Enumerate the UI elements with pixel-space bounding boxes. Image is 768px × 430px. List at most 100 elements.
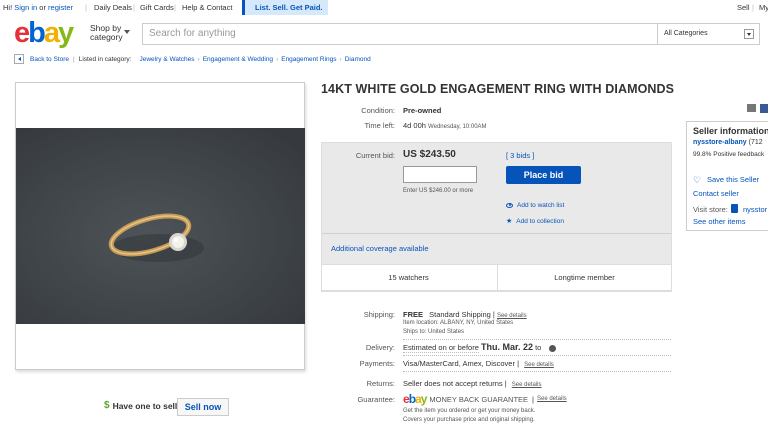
delivery-date: Thu. Mar. 22 xyxy=(480,342,533,352)
returns-label: Returns: xyxy=(366,379,395,388)
add-to-collection-link[interactable]: ★ Add to collection xyxy=(506,217,564,225)
register-link[interactable]: register xyxy=(48,3,73,12)
logo-letter-e: e xyxy=(14,17,30,49)
time-left-label: Time left: xyxy=(364,121,395,130)
my-ebay-link[interactable]: My xyxy=(759,3,768,12)
see-other-items-link[interactable]: See other items xyxy=(693,217,746,226)
info-icon[interactable] xyxy=(549,344,557,352)
sign-in-link[interactable]: Sign in xyxy=(14,3,37,12)
breadcrumb-item[interactable]: Engagement & Wedding xyxy=(203,56,273,63)
chevron-right-icon: › xyxy=(276,55,279,63)
logo-letter-y: y xyxy=(58,17,74,49)
contact-seller-text[interactable]: Contact seller xyxy=(693,189,739,198)
gift-cards-link[interactable]: Gift Cards xyxy=(140,3,174,12)
see-other-items-text[interactable]: See other items xyxy=(693,217,746,226)
logo-letter-a: a xyxy=(43,17,60,49)
ebay-small-logo: ebay xyxy=(403,392,428,406)
ships-to: Ships to: United States xyxy=(403,329,465,335)
current-bid-value: US $243.50 xyxy=(403,149,456,160)
shipping-value: FREE Standard Shipping | See details xyxy=(403,310,527,319)
breadcrumb: Back to Store | Listed in category: Jewe… xyxy=(14,53,371,65)
guarantee-text: MONEY BACK GUARANTEE xyxy=(429,394,529,404)
collection-text[interactable]: Add to collection xyxy=(516,218,564,225)
listed-in-label: Listed in category: xyxy=(78,55,132,63)
delivery-value: Estimated on or before Thu. Mar. 22 to xyxy=(403,342,557,353)
store-icon xyxy=(731,204,738,213)
logo-letter-y: y xyxy=(420,392,428,406)
longtime-member-badge: Longtime member xyxy=(554,273,615,282)
save-seller-text[interactable]: Save this Seller xyxy=(707,175,759,184)
help-contact-link[interactable]: Help & Contact xyxy=(182,3,232,12)
promo-banner[interactable]: List. Sell. Get Paid. xyxy=(242,0,328,15)
bids-link-text[interactable]: [ 3 bids ] xyxy=(506,151,534,160)
divider xyxy=(403,371,671,372)
category-label: category xyxy=(90,32,123,42)
top-nav-bar: Hi! Sign in or register | Daily Deals | … xyxy=(0,0,768,15)
guarantee-separator: | xyxy=(532,394,534,404)
divider: | xyxy=(752,3,754,12)
facebook-icon[interactable] xyxy=(760,104,768,113)
back-arrow-icon[interactable] xyxy=(14,54,24,64)
ebay-logo[interactable]: ebay xyxy=(14,17,74,49)
bids-count-link[interactable]: [ 3 bids ] xyxy=(506,151,534,160)
category-select[interactable]: All Categories xyxy=(658,23,760,45)
heart-icon: ♡ xyxy=(693,175,702,185)
guarantee-label: Guarantee: xyxy=(357,395,395,404)
payments-see-details-link[interactable]: See details xyxy=(524,362,554,368)
eye-icon xyxy=(506,202,513,208)
seller-feedback: 99.8% Positive feedback xyxy=(693,151,765,158)
divider: | xyxy=(73,55,75,63)
place-bid-button[interactable]: Place bid xyxy=(506,166,581,184)
chevron-right-icon: › xyxy=(197,55,200,63)
breadcrumb-item[interactable]: Engagement Rings xyxy=(281,56,336,63)
condition-label: Condition: xyxy=(361,106,395,115)
sell-question-text: Have one to sell? xyxy=(112,400,183,411)
shipping-see-details-link[interactable]: See details xyxy=(497,313,527,319)
condition-value: Pre-owned xyxy=(403,106,442,115)
store-link[interactable]: nysstor xyxy=(743,205,767,214)
listing-title: 14KT WHITE GOLD ENGAGEMENT RING WITH DIA… xyxy=(321,82,675,96)
divider xyxy=(322,233,671,234)
save-seller-link[interactable]: Save this Seller xyxy=(707,175,759,184)
watch-list-text[interactable]: Add to watch list xyxy=(517,202,564,209)
seller-score: (712 xyxy=(748,139,763,146)
coverage-text[interactable]: Additional coverage available xyxy=(331,244,429,253)
sell-now-button[interactable]: Sell now xyxy=(177,398,229,416)
guarantee-see-details-link[interactable]: See details xyxy=(537,396,567,402)
guarantee-line-2: Covers your purchase price and original … xyxy=(403,417,535,423)
divider: | xyxy=(133,3,135,12)
search-input[interactable]: Search for anything xyxy=(142,23,658,45)
add-to-watch-list-link[interactable]: Add to watch list xyxy=(506,202,564,209)
greeting: Hi! Sign in or register xyxy=(3,3,73,12)
additional-coverage-link[interactable]: Additional coverage available xyxy=(331,244,429,253)
delivery-prefix: Estimated on or before xyxy=(403,343,479,353)
delivery-label: Delivery: xyxy=(365,343,395,352)
chevron-right-icon: › xyxy=(339,55,342,63)
divider: | xyxy=(174,3,176,12)
contact-seller-link[interactable]: Contact seller xyxy=(693,189,739,198)
returns-value: Seller does not accept returns | See det… xyxy=(403,379,541,388)
sell-link[interactable]: Sell xyxy=(737,3,750,12)
bid-amount-input[interactable] xyxy=(403,166,477,183)
payments-value: Visa/MasterCard, Amex, Discover | See de… xyxy=(403,359,554,368)
shop-by-category-button[interactable]: Shop by category xyxy=(90,24,130,42)
seller-name-link[interactable]: nysstore-albany xyxy=(693,139,747,146)
payments-label: Payments: xyxy=(359,359,395,368)
back-to-store-link[interactable]: Back to Store xyxy=(30,56,69,63)
email-icon[interactable] xyxy=(747,104,756,112)
greeting-text: Hi! xyxy=(3,3,15,12)
payments-text: Visa/MasterCard, Amex, Discover | xyxy=(403,359,520,368)
divider: | xyxy=(85,3,87,12)
current-bid-label: Current bid: xyxy=(355,151,395,160)
product-photo[interactable] xyxy=(16,128,305,324)
category-select-value: All Categories xyxy=(664,30,708,37)
breadcrumb-item[interactable]: Jewelry & Watches xyxy=(140,56,195,63)
breadcrumb-item[interactable]: Diamond xyxy=(345,56,371,63)
returns-see-details-link[interactable]: See details xyxy=(512,382,542,388)
store-name-text[interactable]: nysstor xyxy=(743,205,767,214)
time-left-text: 4d 00h xyxy=(403,121,426,130)
star-icon: ★ xyxy=(506,218,513,225)
daily-deals-link[interactable]: Daily Deals xyxy=(94,3,132,12)
guarantee-line-1: Get the item you ordered or get your mon… xyxy=(403,408,536,414)
shipping-free: FREE xyxy=(403,310,424,319)
